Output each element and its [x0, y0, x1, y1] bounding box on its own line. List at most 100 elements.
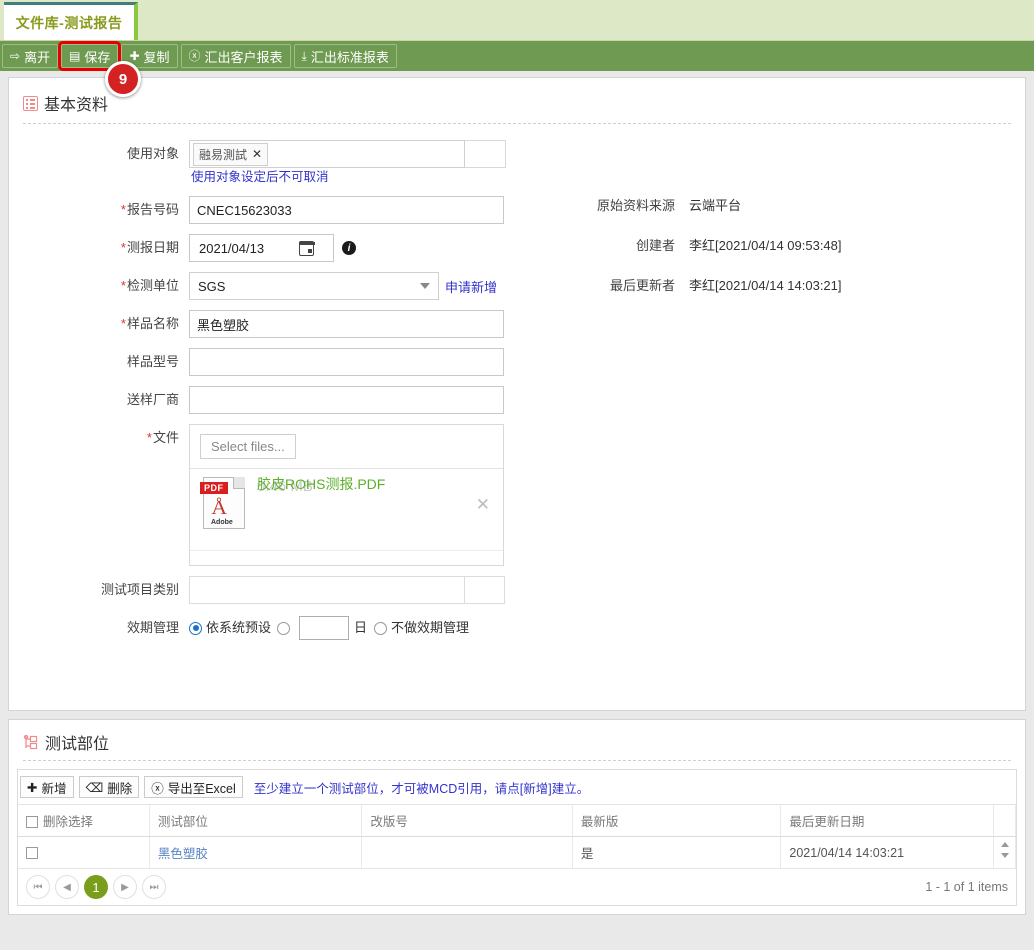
file-name[interactable]: 胶皮ROHS测报.PDF: [257, 474, 385, 494]
trash-icon: ⌫: [85, 780, 104, 795]
meta-row-updater: 最后更新者 李红[2021/04/14 14:03:21]: [569, 264, 842, 304]
basic-info-form: 使用对象 融易測試 ✕ 使用对象设定后不可取消 *报告号码 CNEC156230…: [9, 124, 1025, 710]
copy-button-label: 复制: [143, 49, 170, 65]
radio-system-default[interactable]: [189, 621, 202, 635]
field-row-report-no: *报告号码: [9, 196, 1025, 224]
field-row-validity: 效期管理 依系统预设 日 不做效期管理: [9, 614, 1025, 642]
field-row-lab: *检测单位 SGS 申请新增: [9, 272, 1025, 300]
grid-delete-button[interactable]: ⌫ 删除: [78, 776, 140, 798]
scroll-up-icon[interactable]: [1001, 842, 1009, 847]
save-button[interactable]: ▤ 保存: [58, 41, 122, 71]
supplier-label: 送样厂商: [126, 392, 179, 407]
sample-name-label-text: 样品名称: [126, 316, 179, 331]
uploaded-file-row: PDF Å Adobe 0.46 MB 胶皮ROHS测报.PDF ✕: [190, 469, 503, 551]
pager-current-page[interactable]: 1: [84, 875, 108, 899]
required-marker: *: [146, 430, 152, 445]
excel-icon: ⓧ: [151, 781, 164, 796]
column-header-revision[interactable]: 改版号: [361, 805, 573, 837]
basic-info-title: 基本资料: [44, 97, 109, 114]
audience-token[interactable]: 融易測試 ✕: [193, 142, 269, 166]
sample-model-label: 样品型号: [126, 354, 179, 369]
meta-source-label: 原始资料来源: [596, 197, 675, 213]
grid-note: 至少建立一个测试部位，才可被MCD引用，请点[新增]建立。: [253, 781, 590, 796]
exit-icon: ⇨: [10, 49, 21, 63]
grid-pager: ⏮ ◀ 1 ▶ ⏭ 1 - 1 of 1 items: [18, 869, 1016, 905]
scroll-down-icon[interactable]: [1001, 853, 1009, 858]
column-header-part[interactable]: 测试部位: [149, 805, 363, 837]
export-standard-report-button[interactable]: ⤓ 汇出标准报表: [293, 44, 397, 68]
report-date-field[interactable]: [189, 234, 334, 262]
sample-model-input[interactable]: [189, 348, 504, 376]
category-input[interactable]: [189, 576, 465, 604]
sample-name-input[interactable]: [189, 310, 504, 338]
cell-scrollbar[interactable]: [993, 836, 1017, 869]
audience-token-input[interactable]: 融易測試 ✕: [189, 140, 465, 168]
lab-select[interactable]: SGS: [189, 272, 439, 300]
save-icon: ▤: [69, 49, 81, 63]
field-row-sample-model: 样品型号: [9, 348, 1025, 376]
report-no-input[interactable]: [189, 196, 504, 224]
plus-icon: ✚: [27, 780, 38, 795]
tab-file-library-test-report[interactable]: 文件库-测试报告: [4, 2, 138, 40]
part-link[interactable]: 黑色塑胶: [158, 847, 208, 861]
export-customer-report-button[interactable]: ⓧ 汇出客户报表: [180, 44, 291, 68]
pager-next-button[interactable]: ▶: [113, 875, 137, 899]
cell-part: 黑色塑胶: [149, 836, 363, 869]
scroll-spinner[interactable]: [999, 840, 1011, 866]
table-header-row: 删除选择 测试部位 改版号 最新版 最后更新日期: [18, 805, 1017, 837]
calendar-icon[interactable]: [298, 240, 315, 256]
select-all-checkbox[interactable]: [26, 816, 38, 828]
radio-no-validity[interactable]: [374, 621, 388, 635]
meta-row-source: 原始资料来源 云端平台: [569, 184, 842, 224]
audience-hint: 使用对象设定后不可取消: [191, 170, 329, 184]
column-header-updated[interactable]: 最后更新日期: [780, 805, 994, 837]
tab-label: 文件库-测试报告: [15, 14, 123, 31]
list-icon: [23, 95, 38, 111]
audience-token-label: 融易測試: [199, 147, 248, 162]
pager-items-count: 1 - 1 of 1 items: [925, 880, 1008, 894]
pager-last-button[interactable]: ⏭: [142, 875, 166, 899]
category-label: 测试项目类别: [100, 582, 179, 597]
audience-picker-button[interactable]: [465, 140, 506, 168]
save-button-label: 保存: [84, 49, 111, 65]
lab-select-value: SGS: [198, 278, 226, 294]
grid-export-excel-button[interactable]: ⓧ 导出至Excel: [144, 776, 243, 798]
field-row-sample-name: *样品名称: [9, 310, 1025, 338]
record-meta-column: 原始资料来源 云端平台 创建者 李红[2021/04/14 09:53:48] …: [569, 184, 842, 304]
radio-custom-days[interactable]: [277, 621, 291, 635]
grid-add-button[interactable]: ✚ 新增: [20, 776, 74, 798]
leave-button[interactable]: ⇨ 离开: [2, 44, 59, 68]
validity-label: 效期管理: [126, 620, 179, 635]
info-icon[interactable]: i: [342, 241, 356, 255]
test-parts-grid: ✚ 新增 ⌫ 删除 ⓧ 导出至Excel 至少建立一个测试部位，才可被MCD引用…: [17, 769, 1017, 906]
cell-updated: 2021/04/14 14:03:21: [780, 836, 994, 869]
select-files-button[interactable]: Select files...: [200, 434, 296, 459]
basic-info-header: 基本资料: [9, 78, 1025, 123]
tree-icon: [23, 734, 39, 750]
plus-icon: ✚: [129, 49, 140, 63]
pager-prev-button[interactable]: ◀: [55, 875, 79, 899]
close-icon[interactable]: ✕: [252, 147, 262, 161]
download-icon: ⤓: [301, 49, 307, 63]
pager-first-button[interactable]: ⏮: [26, 875, 50, 899]
validity-days-input[interactable]: [299, 616, 350, 640]
row-checkbox[interactable]: [26, 846, 38, 859]
file-upload-top: Select files...: [190, 425, 503, 469]
grid-export-label: 导出至Excel: [167, 781, 236, 796]
field-row-audience: 使用对象 融易測試 ✕ 使用对象设定后不可取消: [9, 140, 1025, 186]
column-header-spacer: [993, 805, 1017, 837]
report-date-input[interactable]: [197, 239, 299, 257]
remove-file-icon[interactable]: ✕: [476, 495, 490, 515]
pdf-icon: PDF Å Adobe: [200, 477, 245, 529]
field-row-category: 测试项目类别: [9, 576, 1025, 604]
chevron-down-icon: [420, 283, 430, 289]
lab-apply-new-link[interactable]: 申请新增: [445, 277, 497, 296]
category-picker-button[interactable]: [465, 576, 505, 604]
column-header-select-label: 删除选择: [43, 815, 94, 829]
required-marker: *: [120, 316, 126, 331]
column-header-latest[interactable]: 最新版: [572, 805, 782, 837]
meta-row-creator: 创建者 李红[2021/04/14 09:53:48]: [569, 224, 842, 264]
basic-info-panel: 基本资料 使用对象 融易測試 ✕ 使用对象设定后不可取消 *报告号码 CNEC1…: [8, 77, 1026, 711]
file-upload-widget: Select files... PDF Å Adobe 0.46 MB 胶皮RO…: [189, 424, 504, 566]
supplier-input[interactable]: [189, 386, 504, 414]
